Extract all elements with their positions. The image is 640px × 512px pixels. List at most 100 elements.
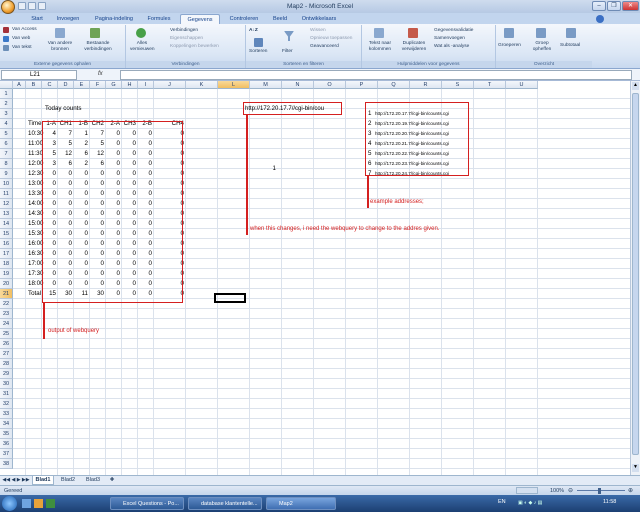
column-header[interactable]: C bbox=[42, 81, 58, 89]
advanced-button[interactable]: Geavanceerd bbox=[310, 44, 339, 49]
filter-button[interactable]: Filter bbox=[282, 49, 293, 54]
sheet-tab-blad1[interactable]: Blad1 bbox=[32, 476, 54, 485]
column-header[interactable]: D bbox=[58, 81, 74, 89]
table-cell[interactable]: 11:00 bbox=[28, 139, 43, 149]
row-header[interactable]: 11 bbox=[0, 189, 13, 199]
quicklaunch-icon[interactable] bbox=[22, 499, 31, 508]
redo-icon[interactable] bbox=[38, 2, 46, 10]
row-header[interactable]: 30 bbox=[0, 379, 13, 389]
tab-controleren[interactable]: Controleren bbox=[223, 14, 265, 24]
row-header[interactable]: 4 bbox=[0, 119, 13, 129]
from-text-button[interactable]: Van tekst bbox=[12, 45, 32, 50]
quicklaunch-icon[interactable] bbox=[34, 499, 43, 508]
row-header[interactable]: 33 bbox=[0, 409, 13, 419]
consolidate-button[interactable]: Samenvoegen bbox=[434, 36, 465, 41]
refresh-all-button[interactable]: Alles vernieuwen bbox=[130, 41, 155, 53]
zoom-in-icon[interactable]: ⊕ bbox=[628, 487, 633, 494]
table-cell[interactable]: 12:30 bbox=[28, 169, 43, 179]
row-header[interactable]: 24 bbox=[0, 319, 13, 329]
table-cell[interactable]: 14:30 bbox=[28, 209, 43, 219]
table-cell[interactable]: Total bbox=[28, 289, 42, 299]
row-header[interactable]: 16 bbox=[0, 239, 13, 249]
row-header[interactable]: 14 bbox=[0, 219, 13, 229]
ungroup-button[interactable]: Groep opheffen bbox=[530, 41, 554, 53]
help-icon[interactable] bbox=[596, 15, 604, 23]
row-header[interactable]: 21 bbox=[0, 289, 13, 299]
row-header[interactable]: 9 bbox=[0, 169, 13, 179]
function-icon[interactable]: fx bbox=[98, 71, 118, 80]
save-icon[interactable] bbox=[18, 2, 26, 10]
table-cell[interactable]: 15:00 bbox=[28, 219, 43, 229]
row-header[interactable]: 5 bbox=[0, 129, 13, 139]
row-header[interactable]: 18 bbox=[0, 259, 13, 269]
column-header[interactable]: R bbox=[410, 81, 442, 89]
column-header[interactable]: G bbox=[106, 81, 122, 89]
zoom-out-icon[interactable]: ⊖ bbox=[568, 487, 573, 494]
row-header[interactable]: 12 bbox=[0, 199, 13, 209]
row-header[interactable]: 17 bbox=[0, 249, 13, 259]
other-sources-button[interactable]: Van andere bronnen bbox=[45, 41, 75, 53]
remove-duplicates-button[interactable]: Duplicaten verwijderen bbox=[398, 41, 430, 53]
column-header[interactable]: B bbox=[26, 81, 42, 89]
column-header[interactable]: E bbox=[74, 81, 90, 89]
row-header[interactable]: 7 bbox=[0, 149, 13, 159]
table-cell[interactable]: 11:30 bbox=[28, 149, 43, 159]
column-header[interactable]: U bbox=[506, 81, 538, 89]
column-header[interactable]: J bbox=[154, 81, 186, 89]
clear-button[interactable]: Wissen bbox=[310, 28, 326, 33]
vertical-scrollbar[interactable]: ▲ ▼ bbox=[630, 81, 640, 475]
undo-icon[interactable] bbox=[28, 2, 36, 10]
active-cell-l21[interactable] bbox=[214, 293, 246, 303]
row-header[interactable]: 13 bbox=[0, 209, 13, 219]
column-header[interactable]: L bbox=[218, 81, 250, 89]
tab-gegevens[interactable]: Gegevens bbox=[180, 14, 220, 24]
reapply-button[interactable]: Opnieuw toepassen bbox=[310, 36, 352, 41]
table-header-cell[interactable]: Time bbox=[28, 119, 42, 129]
row-header[interactable]: 23 bbox=[0, 309, 13, 319]
data-validation-button[interactable]: Gegevensvalidatie bbox=[434, 28, 473, 33]
row-header[interactable]: 8 bbox=[0, 159, 13, 169]
row-header[interactable]: 37 bbox=[0, 449, 13, 459]
edit-links-button[interactable]: Koppelingen bewerken bbox=[170, 44, 219, 49]
tab-pagina-indeling[interactable]: Pagina-indeling bbox=[88, 14, 140, 24]
existing-connections-button[interactable]: Bestaande verbindingen bbox=[78, 41, 118, 53]
column-header[interactable]: P bbox=[346, 81, 378, 89]
column-header[interactable]: S bbox=[442, 81, 474, 89]
row-header[interactable]: 38 bbox=[0, 459, 13, 469]
row-header[interactable]: 1 bbox=[0, 89, 13, 99]
zoom-slider[interactable] bbox=[577, 490, 625, 491]
properties-button[interactable]: Eigenschappen bbox=[170, 36, 203, 41]
table-cell[interactable]: 13:00 bbox=[28, 179, 43, 189]
sheet-nav-icons[interactable]: ◀◀ ◀ ▶ ▶▶ bbox=[2, 476, 30, 485]
view-buttons[interactable] bbox=[516, 487, 538, 494]
row-header[interactable]: 34 bbox=[0, 419, 13, 429]
table-cell[interactable]: 18:00 bbox=[28, 279, 43, 289]
row-header[interactable]: 31 bbox=[0, 389, 13, 399]
table-cell[interactable]: 14:00 bbox=[28, 199, 43, 209]
restore-button[interactable]: ❐ bbox=[607, 1, 621, 11]
tab-ontwikkelaars[interactable]: Ontwikkelaars bbox=[296, 14, 342, 24]
row-header[interactable]: 26 bbox=[0, 339, 13, 349]
row-header[interactable]: 3 bbox=[0, 109, 13, 119]
new-sheet-icon[interactable]: ✚ bbox=[106, 476, 118, 485]
sheet-tab-blad2[interactable]: Blad2 bbox=[57, 476, 79, 485]
tab-beeld[interactable]: Beeld bbox=[267, 14, 293, 24]
column-header[interactable]: T bbox=[474, 81, 506, 89]
sheet-tab-blad3[interactable]: Blad3 bbox=[82, 476, 104, 485]
row-header[interactable]: 27 bbox=[0, 349, 13, 359]
column-header[interactable]: N bbox=[282, 81, 314, 89]
column-header[interactable]: I bbox=[138, 81, 154, 89]
zoom-level[interactable]: 100% bbox=[550, 488, 564, 494]
row-header[interactable]: 32 bbox=[0, 399, 13, 409]
row-header[interactable]: 28 bbox=[0, 359, 13, 369]
table-cell[interactable]: 16:30 bbox=[28, 249, 43, 259]
taskbar-item-database[interactable]: database klantentelle... bbox=[188, 497, 262, 510]
scroll-up-icon[interactable]: ▲ bbox=[632, 82, 639, 90]
column-header[interactable]: H bbox=[122, 81, 138, 89]
table-cell[interactable]: 16:00 bbox=[28, 239, 43, 249]
table-cell[interactable]: 13:30 bbox=[28, 189, 43, 199]
table-cell[interactable]: 10:30 bbox=[28, 129, 43, 139]
row-header[interactable]: 29 bbox=[0, 369, 13, 379]
name-box[interactable]: L21 bbox=[1, 70, 77, 80]
row-header[interactable]: 36 bbox=[0, 439, 13, 449]
